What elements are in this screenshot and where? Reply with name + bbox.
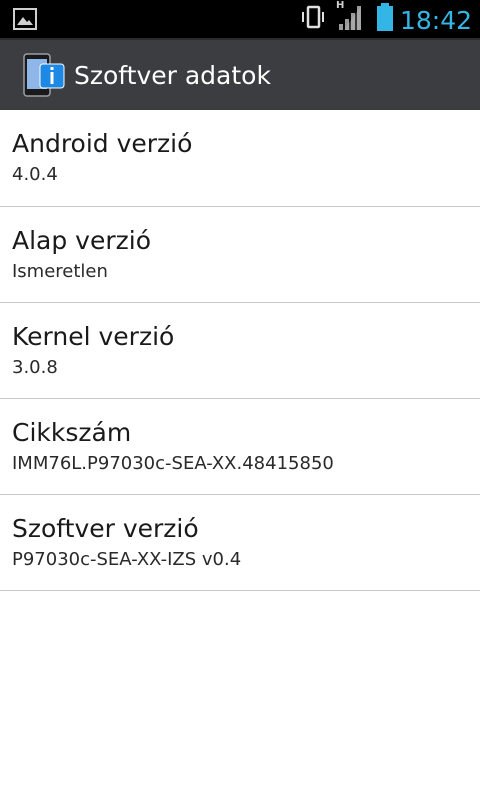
item-value: IMM76L.P97030c-SEA-XX.48415850 [12, 453, 334, 474]
gallery-notification-icon [13, 8, 37, 34]
battery-icon [376, 2, 394, 36]
item-value: P97030c-SEA-XX-IZS v0.4 [12, 549, 242, 570]
item-title: Cikkszám [12, 418, 132, 447]
item-title: Alap verzió [12, 226, 152, 255]
item-value: 4.0.4 [12, 164, 58, 185]
list-item-build-number[interactable]: Cikkszám IMM76L.P97030c-SEA-XX.48415850 [0, 399, 480, 495]
phone-info-icon[interactable] [22, 52, 66, 98]
list-item-kernel-version[interactable]: Kernel verzió 3.0.8 [0, 303, 480, 399]
page-title: Szoftver adatok [74, 60, 271, 90]
list-item-baseband-version[interactable]: Alap verzió Ismeretlen [0, 207, 480, 303]
item-value: 3.0.8 [12, 357, 58, 378]
software-info-list: Android verzió 4.0.4 Alap verzió Ismeret… [0, 110, 480, 591]
item-value: Ismeretlen [12, 261, 108, 282]
action-bar: Szoftver adatok [0, 38, 480, 110]
item-title: Kernel verzió [12, 322, 175, 351]
list-item-android-version[interactable]: Android verzió 4.0.4 [0, 110, 480, 207]
list-item-software-version[interactable]: Szoftver verzió P97030c-SEA-XX-IZS v0.4 [0, 495, 480, 591]
item-title: Android verzió [12, 129, 193, 158]
clock: 18:42 [399, 5, 472, 35]
network-type-label: H [335, 0, 345, 11]
status-bar: H 18:42 [0, 0, 480, 38]
item-title: Szoftver verzió [12, 514, 199, 543]
vibrate-icon [300, 4, 326, 34]
hspa-signal-icon: H [335, 0, 364, 36]
